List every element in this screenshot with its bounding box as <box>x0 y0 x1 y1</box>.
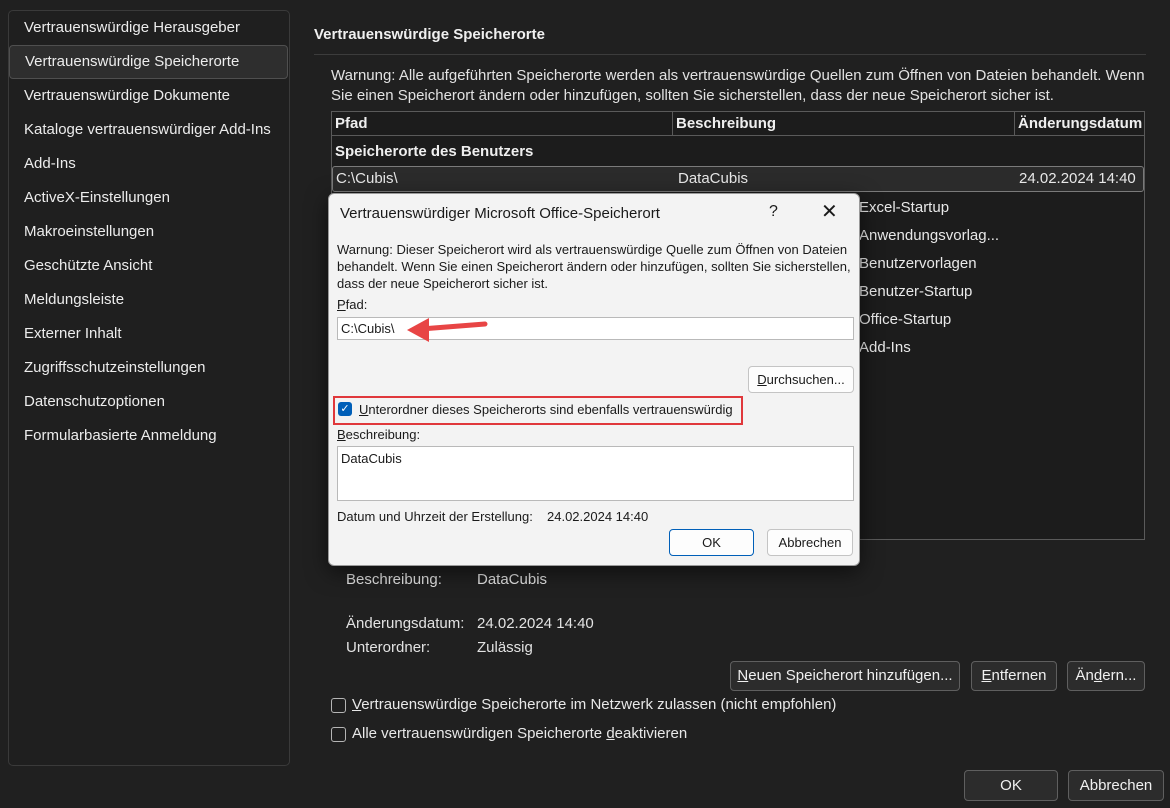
sidebar-item-file-block[interactable]: Zugriffsschutzeinstellungen <box>24 353 206 383</box>
ok-button[interactable]: OK <box>964 770 1058 801</box>
row-description-user-startup[interactable]: Benutzer-Startup <box>859 283 972 300</box>
row-path: C:\Cubis\ <box>336 170 398 187</box>
subfolders-checkbox[interactable]: ✓ <box>338 402 352 416</box>
row-description-addins[interactable]: Add-Ins <box>859 339 911 356</box>
dialog-cancel-button[interactable]: Abbrechen <box>767 529 853 556</box>
row-description-user-templates[interactable]: Benutzervorlagen <box>859 255 977 272</box>
dialog-warning-line-1: Warnung: Dieser Speicherort wird als ver… <box>337 242 848 257</box>
locations-warning: Warnung: Alle aufgeführten Speicherorte … <box>331 66 1146 106</box>
sidebar-item-protected-view[interactable]: Geschützte Ansicht <box>24 251 152 281</box>
trusted-location-dialog: Vertrauenswürdiger Microsoft Office-Spei… <box>328 193 860 566</box>
sidebar-item-privacy[interactable]: Datenschutzoptionen <box>24 387 165 417</box>
row-date: 24.02.2024 14:40 <box>1019 170 1136 187</box>
cancel-button[interactable]: Abbrechen <box>1068 770 1164 801</box>
row-description: DataCubis <box>678 170 749 187</box>
group-header-user-locations: Speicherorte des Benutzers <box>335 143 534 160</box>
network-locations-label[interactable]: Vertrauenswürdige Speicherorte im Netzwe… <box>352 696 836 713</box>
remove-button[interactable]: Entfernen <box>971 661 1057 691</box>
path-label: Pfad: <box>337 297 368 312</box>
detail-description-label: Beschreibung: <box>346 571 442 588</box>
column-header-description[interactable]: Beschreibung <box>673 112 1015 136</box>
sidebar-item-trusted-addin-catalogs[interactable]: Kataloge vertrauenswürdiger Add-Ins <box>24 115 271 145</box>
sidebar-item-external-content[interactable]: Externer Inhalt <box>24 319 122 349</box>
detail-description-value: DataCubis <box>477 571 548 588</box>
annotation-arrow-icon <box>407 318 488 342</box>
sidebar-item-activex[interactable]: ActiveX-Einstellungen <box>24 183 170 213</box>
network-locations-checkbox[interactable] <box>331 698 346 713</box>
detail-subfolders-label: Unterordner: <box>346 639 431 656</box>
description-label: Beschreibung: <box>337 427 421 442</box>
dialog-ok-button[interactable]: OK <box>669 529 754 556</box>
browse-button[interactable]: Durchsuchen... <box>748 366 854 393</box>
dialog-warning-line-3: dass der neue Speicherort sicher ist. <box>337 276 548 291</box>
close-icon[interactable]: ✕ <box>821 202 838 222</box>
row-description-excel-startup[interactable]: Excel-Startup <box>859 199 949 216</box>
column-header-date[interactable]: Änderungsdatum <box>1015 112 1144 136</box>
sidebar: Vertrauenswürdige Herausgeber Vertrauens… <box>8 10 290 766</box>
sidebar-item-message-bar[interactable]: Meldungsleiste <box>24 285 124 315</box>
add-location-button[interactable]: Neuen Speicherort hinzufügen... <box>730 661 960 691</box>
title-divider <box>314 54 1146 55</box>
table-row-selected[interactable]: C:\Cubis\ DataCubis 24.02.2024 14:40 <box>332 166 1144 192</box>
modify-button[interactable]: Ändern... <box>1067 661 1145 691</box>
created-value: 24.02.2024 14:40 <box>547 509 649 524</box>
sidebar-item-trusted-publishers[interactable]: Vertrauenswürdige Herausgeber <box>24 13 240 43</box>
sidebar-item-addins[interactable]: Add-Ins <box>24 149 76 179</box>
detail-date-value: 24.02.2024 14:40 <box>477 615 594 632</box>
disable-all-checkbox[interactable] <box>331 727 346 742</box>
dialog-warning: Warnung: Dieser Speicherort wird als ver… <box>337 241 857 292</box>
row-description-office-startup[interactable]: Office-Startup <box>859 311 951 328</box>
dialog-warning-line-2: behandelt. Wenn Sie einen Speicherort än… <box>337 259 851 274</box>
sidebar-item-form-signin[interactable]: Formularbasierte Anmeldung <box>24 421 217 451</box>
created-label: Datum und Uhrzeit der Erstellung: <box>337 509 533 524</box>
row-description-templates[interactable]: Anwendungsvorlag... <box>859 227 999 244</box>
dialog-title: Vertrauenswürdiger Microsoft Office-Spei… <box>340 205 660 222</box>
sidebar-item-trusted-locations[interactable]: Vertrauenswürdige Speicherorte <box>9 45 288 79</box>
disable-all-label[interactable]: Alle vertrauenswürdigen Speicherorte dea… <box>352 725 687 742</box>
help-icon[interactable]: ? <box>769 203 778 221</box>
page-title: Vertrauenswürdige Speicherorte <box>314 26 545 43</box>
column-header-path[interactable]: Pfad <box>332 112 673 136</box>
subfolders-label[interactable]: Unterordner dieses Speicherorts sind ebe… <box>359 402 733 417</box>
warning-line-1: Warnung: Alle aufgeführten Speicherorte … <box>331 67 1145 84</box>
description-field[interactable]: DataCubis <box>337 446 854 501</box>
sidebar-item-trusted-documents[interactable]: Vertrauenswürdige Dokumente <box>24 81 230 111</box>
detail-date-label: Änderungsdatum: <box>346 615 465 632</box>
warning-line-2: Sie einen Speicherort ändern oder hinzuf… <box>331 87 1054 104</box>
sidebar-item-macros[interactable]: Makroeinstellungen <box>24 217 154 247</box>
detail-subfolders-value: Zulässig <box>477 639 533 656</box>
